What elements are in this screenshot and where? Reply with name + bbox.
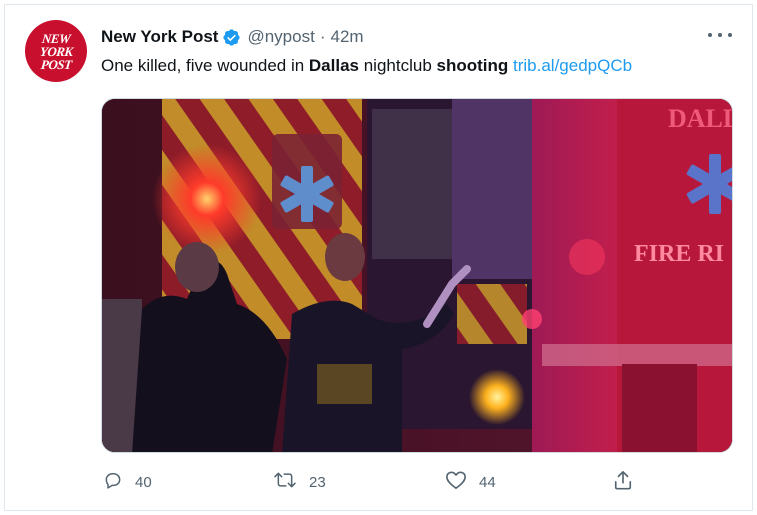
share-button[interactable] xyxy=(613,469,633,496)
separator-dot: · xyxy=(319,27,326,46)
more-dot xyxy=(718,33,722,37)
tweet-timestamp[interactable]: 42m xyxy=(331,27,364,47)
retweet-count: 23 xyxy=(309,473,326,491)
heart-icon xyxy=(445,470,467,495)
reply-count: 40 xyxy=(135,473,152,491)
tweet-header: New York Post @nypost · 42m xyxy=(101,26,364,48)
retweet-icon xyxy=(273,470,297,495)
avatar[interactable]: NEW YORK POST xyxy=(25,20,87,82)
retweet-button[interactable]: 23 xyxy=(273,471,326,493)
tweet-text: One killed, five wounded in Dallas night… xyxy=(101,54,632,78)
tweet-actions-bar: 40 23 44 xyxy=(101,469,641,496)
author-name[interactable]: New York Post xyxy=(101,27,218,47)
avatar-logo-line-1: NEW xyxy=(41,30,71,46)
avatar-logo-line-3: POST xyxy=(39,56,73,72)
verified-badge-icon xyxy=(222,28,241,47)
tweet-text-part: nightclub xyxy=(359,56,437,75)
tweet-text-bold-keyword: Dallas xyxy=(308,56,359,75)
like-button[interactable]: 44 xyxy=(445,470,496,495)
tweet-text-part: One killed, five wounded in xyxy=(101,56,309,75)
avatar-logo-line-2: YORK xyxy=(38,43,74,59)
more-options-icon[interactable] xyxy=(708,27,732,43)
reply-button[interactable]: 40 xyxy=(103,471,152,493)
truck-lettering-side: FIRE RI xyxy=(634,241,724,267)
more-dot xyxy=(728,33,732,37)
tweet-link[interactable]: trib.al/gedpQCb xyxy=(513,56,632,75)
tweet-media-image[interactable]: DALL FIRE RI xyxy=(101,98,733,453)
truck-lettering-top: DALL xyxy=(668,104,733,133)
like-count: 44 xyxy=(479,473,496,491)
ambulance-scene-photo: DALL FIRE RI xyxy=(102,99,733,452)
author-handle[interactable]: @nypost xyxy=(247,27,314,47)
tweet-card[interactable]: NEW YORK POST New York Post @nypost · 42… xyxy=(4,4,753,511)
tweet-text-bold-keyword: shooting xyxy=(436,56,509,75)
share-icon xyxy=(613,469,633,496)
reply-icon xyxy=(103,470,123,495)
more-dot xyxy=(708,33,712,37)
